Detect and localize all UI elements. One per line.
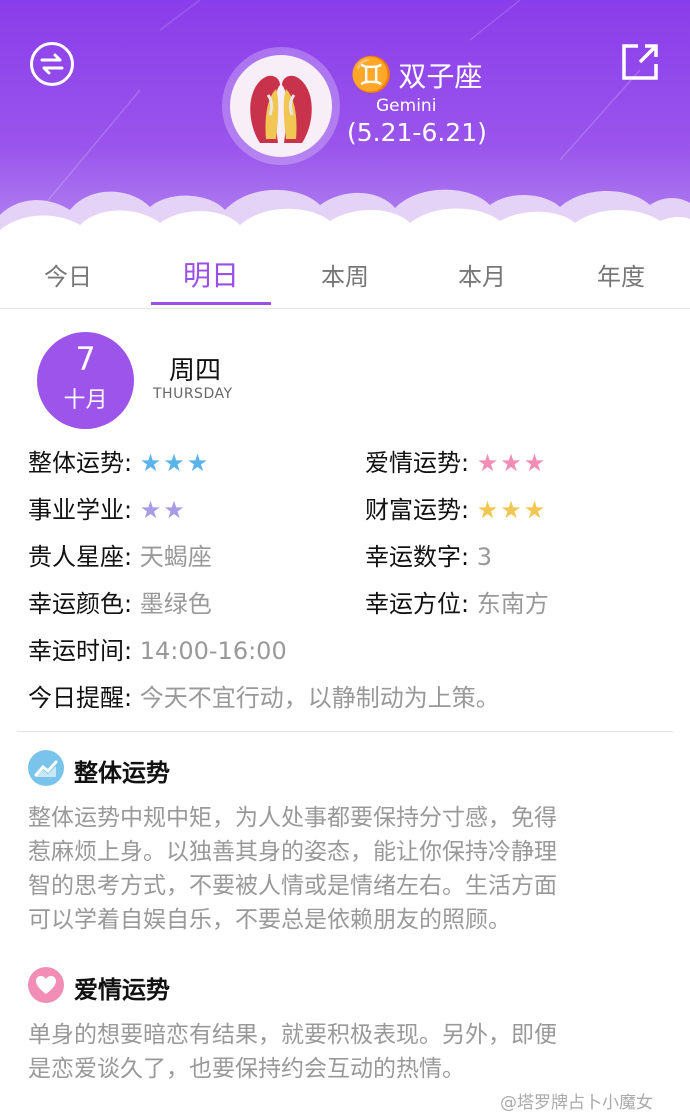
text-line: 智的思考方式，不要被人情或是情绪左右。生活方面 [28,873,557,899]
daily-reminder: 今日提醒: 今天不宜行动，以静制动为上策。 [28,678,500,713]
overall-rating: 整体运势: ★★★ [28,443,210,478]
love-rating: 爱情运势: ★★★ [365,443,547,478]
love-section-text: 单身的想要暗恋有结果，就要积极表现。另外，即便 是恋爱谈久了，也要保持约会互动的… [28,1018,668,1086]
share-button[interactable] [620,42,660,82]
lucky-time-value: 14:00-16:00 [139,637,287,665]
lucky-color-label: 幸运颜色: [28,590,133,618]
wealth-stars: ★★★ [477,496,548,524]
star-icon: ★ [500,449,524,477]
overall-rating-label: 整体运势: [28,449,133,477]
date-month: 十月 [63,388,108,413]
header: ♊ 双子座 Gemini (5.21-6.21) [0,0,690,245]
lucky-time: 幸运时间: 14:00-16:00 [28,631,287,666]
heart-icon [28,967,64,1003]
noble-sign: 贵人星座: 天蝎座 [28,537,212,572]
wealth-rating: 财富运势: ★★★ [365,490,547,525]
text-line: 是恋爱谈久了，也要保持约会互动的热情。 [28,1056,465,1082]
text-line: 单身的想要暗恋有结果，就要积极表现。另外，即便 [28,1022,557,1048]
lucky-color: 幸运颜色: 墨绿色 [28,584,212,619]
swap-sign-button[interactable] [30,42,74,86]
weekday-english: THURSDAY [153,386,233,402]
star-icon: ★ [476,449,501,477]
love-section-title: 爱情运势 [74,976,170,1004]
overall-stars: ★★★ [140,449,211,477]
tab-today[interactable]: 今日 [13,257,123,292]
star-icon: ★ [500,496,524,524]
noble-sign-value: 天蝎座 [139,543,212,571]
daily-reminder-value: 今天不宜行动，以静制动为上策。 [139,684,500,712]
love-stars: ★★★ [477,449,548,477]
lucky-number-value: 3 [476,543,493,571]
swap-arrows-icon [40,53,64,75]
active-tab-indicator [151,302,271,305]
career-rating-label: 事业学业: [28,496,133,524]
star-icon: ★ [523,449,548,477]
star-icon: ★ [139,449,164,477]
text-line: 惹麻烦上身。以独善其身的姿态，能让你保持冷静理 [28,839,557,865]
overall-section-text: 整体运势中规中矩，为人处事都要保持分寸感，免得 惹麻烦上身。以独善其身的姿态，能… [28,801,668,937]
lucky-number: 幸运数字: 3 [365,537,492,572]
tab-year[interactable]: 年度 [566,257,676,292]
star-icon: ★ [139,496,164,524]
daily-reminder-label: 今日提醒: [28,684,133,712]
share-icon [622,44,658,80]
weekday: 周四 [169,356,222,386]
gemini-avatar [230,55,332,157]
tab-tomorrow[interactable]: 明日 [151,254,271,294]
divider [17,731,673,732]
wealth-rating-label: 财富运势: [365,496,470,524]
date-badge: 7 十月 [37,332,134,429]
lucky-direction-label: 幸运方位: [365,590,470,618]
star-icon: ★ [523,496,548,524]
date-day: 7 [75,340,96,378]
star-icon: ★ [186,449,211,477]
trend-chart-icon [28,750,64,786]
sign-title: ♊ 双子座 [350,55,482,95]
career-stars: ★★ [140,496,187,524]
watermark: @塔罗牌占卜小魔女 [500,1093,653,1113]
lucky-number-label: 幸运数字: [365,543,470,571]
love-rating-label: 爱情运势: [365,449,470,477]
noble-sign-label: 贵人星座: [28,543,133,571]
lucky-direction: 幸运方位: 东南方 [365,584,549,619]
gemini-twins-icon [250,75,312,143]
text-line: 整体运势中规中矩，为人处事都要保持分寸感，免得 [28,805,557,831]
tab-week[interactable]: 本周 [290,257,400,292]
gemini-symbol-icon: ♊ [350,55,393,95]
lucky-time-label: 幸运时间: [28,637,133,665]
star-icon: ★ [163,496,187,524]
lucky-direction-value: 东南方 [476,590,549,618]
sign-english-name: Gemini [376,96,437,116]
star-icon: ★ [476,496,501,524]
text-line: 可以学着自娱自乐，不要总是依赖朋友的照顾。 [28,907,511,933]
star-icon: ★ [163,449,187,477]
sign-name: 双子座 [398,60,483,93]
period-tabs: 今日 明日 本周 本月 年度 [0,245,690,309]
career-rating: 事业学业: ★★ [28,490,187,525]
clouds-decoration [0,189,690,245]
sign-date-range: (5.21-6.21) [347,118,487,147]
tab-month[interactable]: 本月 [427,257,537,292]
overall-section-title: 整体运势 [74,759,170,787]
lucky-color-value: 墨绿色 [139,590,212,618]
